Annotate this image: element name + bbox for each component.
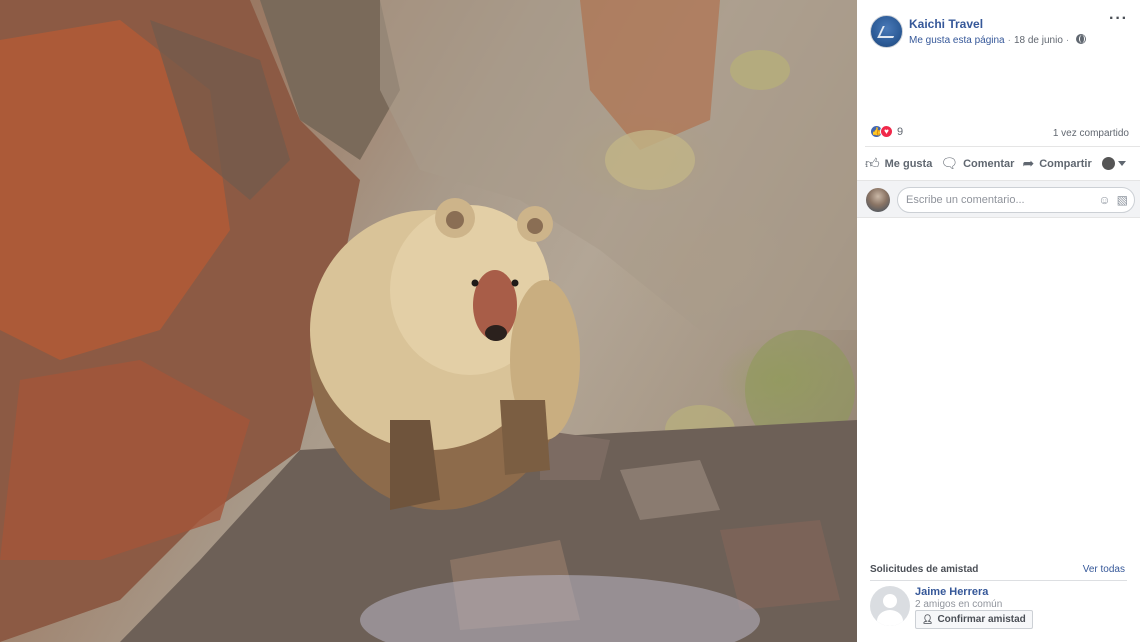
comment-placeholder: Escribe un comentario... (906, 194, 1025, 206)
reactions-summary[interactable]: 👍 ♥ 9 (870, 125, 903, 138)
caret-down-icon (1117, 161, 1126, 166)
audience-selector[interactable] (1101, 157, 1126, 170)
separator-dot: · (1007, 35, 1011, 46)
post-actions-bar: 👍︎ Me gusta 🗨︎ Comentar ➦ Compartir (865, 146, 1140, 180)
emoji-icon[interactable]: ☺ (1098, 193, 1110, 207)
comment-button[interactable]: 🗨︎ Comentar (940, 155, 1014, 172)
mutual-friends-text[interactable]: 2 amigos en común (915, 599, 1002, 610)
speech-bubble-icon: 🗨︎ (940, 155, 959, 171)
sticker-icon[interactable]: ▧ (1117, 193, 1128, 207)
separator-dot: · (1065, 35, 1070, 46)
post-date[interactable]: 18 de junio (1014, 35, 1063, 46)
love-reaction-icon: ♥ (880, 125, 893, 138)
add-friend-icon: 👤︎ (922, 614, 934, 624)
mini-avatar (1101, 157, 1115, 170)
bear-photo-illustration (0, 0, 857, 642)
like-button-label: Me gusta (884, 157, 933, 170)
friend-request-name[interactable]: Jaime Herrera (915, 586, 988, 598)
reaction-count: 9 (897, 125, 904, 138)
see-all-link[interactable]: Ver todas (1083, 564, 1125, 575)
confirm-friend-label: Confirmar amistad (937, 614, 1026, 625)
user-avatar[interactable] (866, 188, 890, 212)
page-avatar[interactable] (870, 15, 903, 48)
ellipsis-icon[interactable]: ··· (1109, 10, 1128, 28)
post-side-panel: Kaichi Travel Me gusta esta página · 18 de… (857, 0, 1140, 642)
friend-request-avatar[interactable] (870, 586, 910, 626)
share-arrow-icon: ➦ (1022, 155, 1035, 171)
thumbs-up-icon: 👍︎ (865, 155, 880, 171)
page-name-link[interactable]: Kaichi Travel (909, 17, 983, 31)
comment-button-label: Comentar (963, 157, 1015, 170)
comment-composer: Escribe un comentario... ☺ ▧ (857, 180, 1140, 218)
confirm-friend-button[interactable]: 👤︎ Confirmar amistad (915, 610, 1033, 629)
like-button[interactable]: 👍︎ Me gusta (865, 155, 932, 172)
globe-icon (1076, 34, 1087, 44)
shares-count[interactable]: 1 vez compartido (1053, 128, 1129, 139)
like-page-link[interactable]: Me gusta esta página (909, 35, 1005, 46)
post-meta: Me gusta esta página · 18 de junio · (909, 34, 1087, 46)
friend-requests-title: Solicitudes de amistad (870, 564, 979, 575)
comment-input[interactable]: Escribe un comentario... ☺ ▧ (897, 187, 1135, 213)
share-button[interactable]: ➦ Compartir (1022, 155, 1091, 172)
share-button-label: Compartir (1039, 157, 1092, 170)
divider (870, 580, 1127, 581)
post-photo[interactable] (0, 0, 857, 642)
